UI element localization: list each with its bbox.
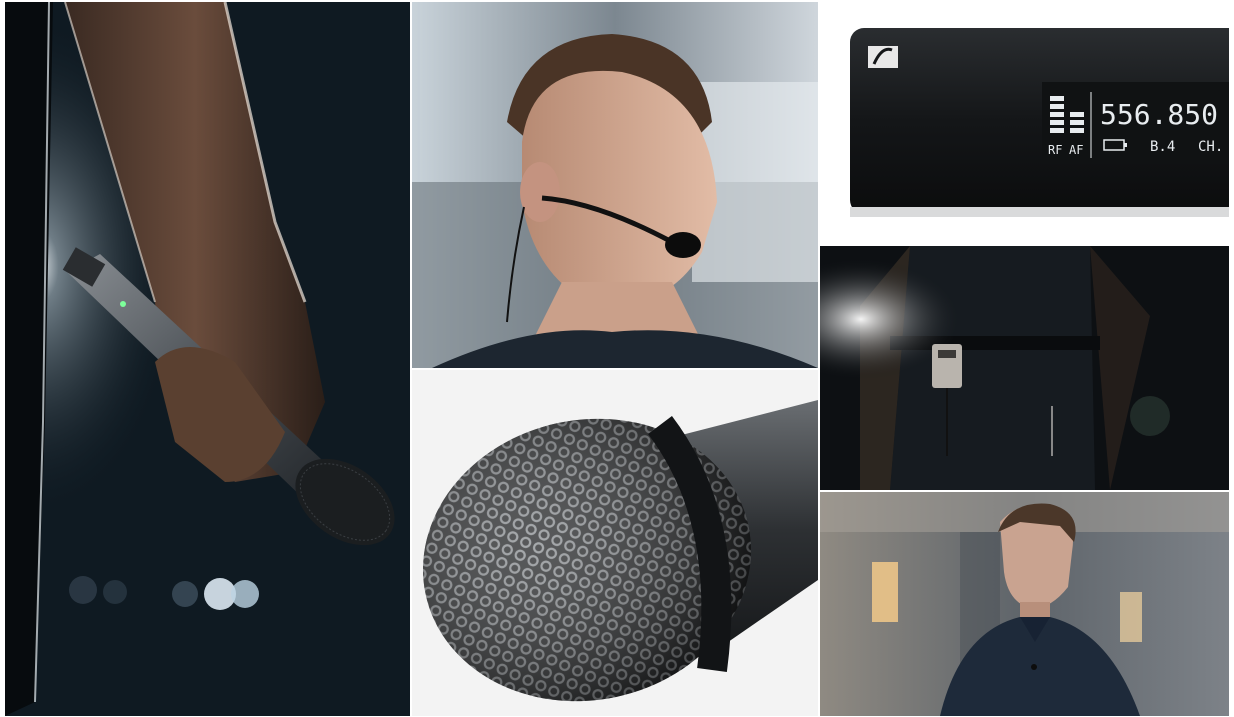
channel-label: CH. bbox=[1198, 139, 1223, 155]
photo-man-with-lavalier-microphone bbox=[820, 492, 1229, 716]
rf-label: RF bbox=[1048, 143, 1062, 157]
photo-hand-holding-microphone bbox=[5, 2, 410, 716]
lavalier-microphone bbox=[1031, 664, 1037, 670]
photo-wireless-receiver: RF AF 556.850 B.4 CH. bbox=[820, 2, 1229, 243]
af-label: AF bbox=[1069, 143, 1083, 157]
sennheiser-logo-icon bbox=[868, 46, 898, 68]
photo-man-with-headset-microphone bbox=[412, 2, 818, 368]
photo-microphone-grille-closeup bbox=[412, 370, 818, 716]
photo-bodypack-transmitter-on-belt bbox=[820, 246, 1229, 490]
frequency-readout: 556.850 bbox=[1100, 98, 1218, 131]
bank-readout: B.4 bbox=[1150, 139, 1175, 155]
